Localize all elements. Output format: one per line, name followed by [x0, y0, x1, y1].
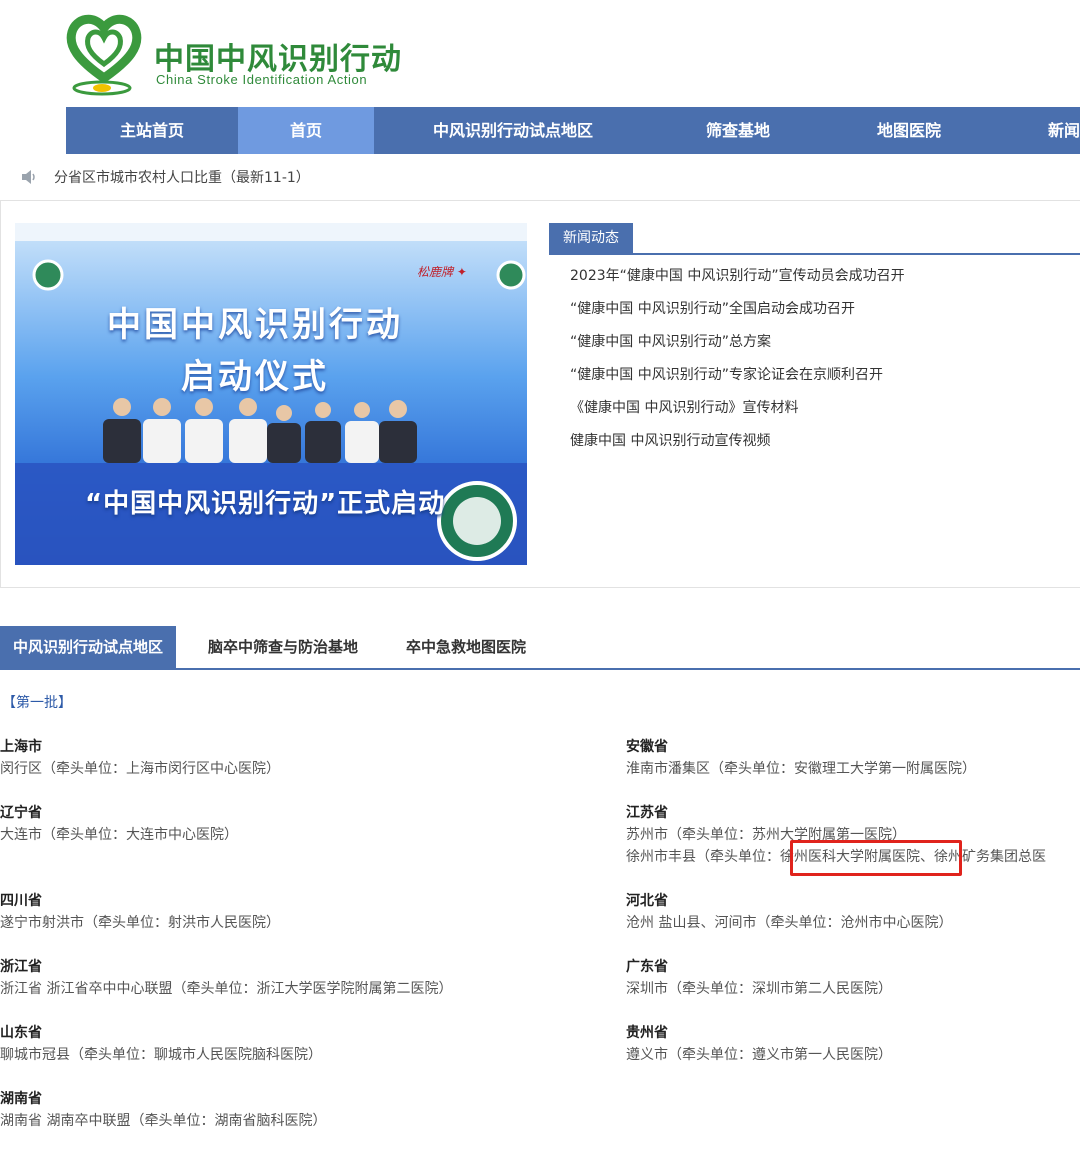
news-item[interactable]: 《健康中国 中风识别行动》宣传材料	[570, 397, 905, 430]
province-block: 辽宁省 大连市（牵头单位：大连市中心医院）	[0, 802, 238, 846]
highlight-box	[790, 840, 962, 876]
batch-label: 【第一批】	[2, 695, 72, 711]
main-nav: 主站首页 首页 中风识别行动试点地区 筛查基地 地图医院 新闻	[66, 107, 1080, 154]
province-block: 上海市 闵行区（牵头单位：上海市闵行区中心医院）	[0, 736, 280, 780]
province-name: 四川省	[0, 893, 42, 909]
province-name: 山东省	[0, 1025, 42, 1041]
tab-pilot-regions[interactable]: 中风识别行动试点地区	[0, 626, 176, 668]
province-block: 湖南省 湖南省 湖南卒中联盟（牵头单位：湖南省脑科医院）	[0, 1088, 326, 1132]
region-line: 浙江省 浙江省卒中中心联盟（牵头单位：浙江大学医学院附属第二医院）	[0, 981, 453, 997]
region-line: 湖南省 湖南卒中联盟（牵头单位：湖南省脑科医院）	[0, 1113, 327, 1129]
speaker-icon	[22, 170, 35, 184]
province-name: 广东省	[626, 959, 668, 975]
province-name: 辽宁省	[0, 805, 42, 821]
nav-item-main-home[interactable]: 主站首页	[66, 107, 238, 154]
nav-item-home[interactable]: 首页	[238, 107, 374, 154]
banner-bottom-text: “中国中风识别行动”正式启动	[85, 489, 446, 519]
region-tabs: 中风识别行动试点地区 脑卒中筛查与防治基地 卒中急救地图医院	[0, 626, 1080, 670]
region-line: 聊城市冠县（牵头单位：聊城市人民医院脑科医院）	[0, 1047, 322, 1063]
logo-heart-icon	[66, 14, 142, 96]
nav-item-pilot-regions[interactable]: 中风识别行动试点地区	[374, 107, 652, 154]
region-line: 深圳市（牵头单位：深圳市第二人民医院）	[626, 981, 892, 997]
nav-item-news[interactable]: 新闻	[994, 107, 1080, 154]
province-name: 浙江省	[0, 959, 42, 975]
site-logo[interactable]: 中国中风识别行动 China Stroke Identification Act…	[64, 8, 424, 100]
province-block: 贵州省 遵义市（牵头单位：遵义市第一人民医院）	[626, 1022, 892, 1066]
news-item[interactable]: 健康中国 中风识别行动宣传视频	[570, 430, 905, 463]
province-name: 安徽省	[626, 739, 668, 755]
launch-ceremony-banner[interactable]: 松鹿牌 ✦ 中国中风识别行动 启动仪式 “中国中风识别行动”正式启动	[15, 223, 527, 565]
tab-map-hospitals[interactable]: 卒中急救地图医院	[406, 626, 526, 668]
notice-link[interactable]: 分省区市城市农村人口比重（最新11-1）	[54, 167, 310, 187]
province-block: 广东省 深圳市（牵头单位：深圳市第二人民医院）	[626, 956, 892, 1000]
feature-panel: 松鹿牌 ✦ 中国中风识别行动 启动仪式 “中国中风识别行动”正式启动 新闻动态 …	[0, 200, 1080, 588]
regions-right-column: 安徽省 淮南市潘集区（牵头单位：安徽理工大学第一附属医院） 江苏省 苏州市（牵头…	[626, 736, 1080, 1096]
province-block: 山东省 聊城市冠县（牵头单位：聊城市人民医院脑科医院）	[0, 1022, 322, 1066]
logo-title-en: China Stroke Identification Action	[156, 72, 368, 87]
province-name: 河北省	[626, 893, 668, 909]
region-line: 遂宁市射洪市（牵头单位：射洪市人民医院）	[0, 915, 280, 931]
news-item[interactable]: 2023年“健康中国 中风识别行动”宣传动员会成功召开	[570, 265, 905, 298]
banner-title-line1: 中国中风识别行动	[107, 305, 403, 345]
province-block: 四川省 遂宁市射洪市（牵头单位：射洪市人民医院）	[0, 890, 280, 934]
news-tab[interactable]: 新闻动态	[549, 223, 633, 253]
nav-item-map-hospitals[interactable]: 地图医院	[824, 107, 994, 154]
region-line: 淮南市潘集区（牵头单位：安徽理工大学第一附属医院）	[626, 761, 976, 777]
province-block: 浙江省 浙江省 浙江省卒中中心联盟（牵头单位：浙江大学医学院附属第二医院）	[0, 956, 452, 1000]
news-list: 2023年“健康中国 中风识别行动”宣传动员会成功召开 “健康中国 中风识别行动…	[570, 265, 905, 463]
province-name: 湖南省	[0, 1091, 42, 1107]
news-header: 新闻动态	[549, 223, 1080, 255]
banner-brand-mark: 松鹿牌 ✦	[417, 265, 467, 279]
province-block: 安徽省 淮南市潘集区（牵头单位：安徽理工大学第一附属医院）	[626, 736, 976, 780]
province-block: 河北省 沧州 盐山县、河间市（牵头单位：沧州市中心医院）	[626, 890, 952, 934]
province-name: 江苏省	[626, 805, 668, 821]
banner-title-line2: 启动仪式	[181, 357, 329, 397]
nav-item-screening-base[interactable]: 筛查基地	[652, 107, 824, 154]
province-name: 贵州省	[626, 1025, 668, 1041]
notice-bar: 分省区市城市农村人口比重（最新11-1）	[20, 166, 310, 188]
region-line: 闵行区（牵头单位：上海市闵行区中心医院）	[0, 761, 280, 777]
news-item[interactable]: “健康中国 中风识别行动”总方案	[570, 331, 905, 364]
region-line: 大连市（牵头单位：大连市中心医院）	[0, 827, 238, 843]
region-line: 遵义市（牵头单位：遵义市第一人民医院）	[626, 1047, 892, 1063]
news-item[interactable]: “健康中国 中风识别行动”专家论证会在京顺利召开	[570, 364, 905, 397]
region-line: 沧州 盐山县、河间市（牵头单位：沧州市中心医院）	[626, 915, 953, 931]
news-item[interactable]: “健康中国 中风识别行动”全国启动会成功召开	[570, 298, 905, 331]
tab-screening-bases[interactable]: 脑卒中筛查与防治基地	[208, 626, 358, 668]
province-name: 上海市	[0, 739, 42, 755]
